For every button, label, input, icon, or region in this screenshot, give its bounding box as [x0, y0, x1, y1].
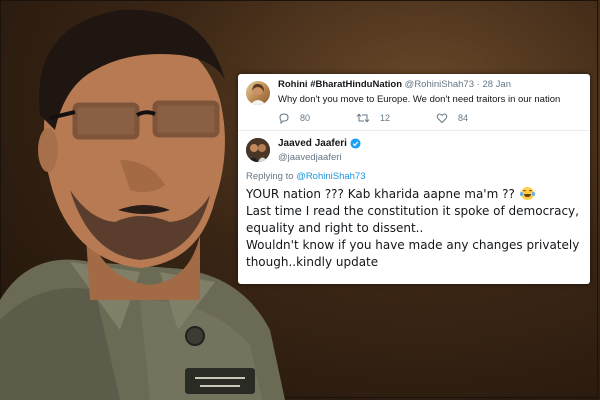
- reply-header: Rohini #BharatHinduNation @RohiniShah73 …: [278, 79, 511, 90]
- verified-icon: [350, 138, 361, 149]
- reply-author-name[interactable]: Rohini #BharatHinduNation: [278, 79, 402, 90]
- like-action[interactable]: 84: [436, 112, 468, 124]
- reply-author-avatar[interactable]: [246, 81, 270, 105]
- like-count: 84: [458, 113, 469, 123]
- replying-to-prefix: Replying to: [246, 171, 294, 182]
- reply-author-handle[interactable]: @RohiniShah73: [405, 79, 474, 90]
- retweet-icon: [356, 113, 370, 123]
- laughing-emoji-icon: [519, 187, 535, 200]
- reply-count: 80: [300, 113, 311, 123]
- tweet-text-line: equality and right to dissent..: [246, 221, 424, 235]
- reply-icon: [279, 113, 289, 124]
- reply-action-bar: 80 12 84: [278, 112, 578, 126]
- retweet-count: 12: [380, 113, 391, 123]
- tweet-author-handle[interactable]: @jaavedjaaferi: [278, 152, 342, 163]
- reply-separator: ·: [476, 79, 480, 90]
- tweet-text-line: though..kindly update: [246, 255, 379, 269]
- tweet-text-line: Wouldn't know if you have made any chang…: [246, 238, 580, 252]
- tweet-author-name-row: Jaaved Jaaferi: [278, 138, 361, 149]
- tweet-author-name[interactable]: Jaaved Jaaferi: [278, 138, 347, 149]
- reply-tweet-text: Why don't you move to Europe. We don't n…: [278, 94, 561, 105]
- avatar-image: [250, 83, 266, 105]
- tweet-author-avatar[interactable]: [246, 138, 270, 162]
- retweet-action[interactable]: 12: [356, 112, 390, 124]
- replying-to-line: Replying to @RohiniShah73: [246, 171, 366, 182]
- reply-date[interactable]: 28 Jan: [482, 79, 511, 90]
- replying-to-link[interactable]: @RohiniShah73: [296, 171, 365, 182]
- avatar-image: [246, 138, 270, 162]
- tweet-text-line-1: YOUR nation ??? Kab kharida aapne ma'm ?…: [246, 187, 515, 201]
- reply-action[interactable]: 80: [278, 112, 310, 124]
- tweet-text-line: YOUR nation ??? Kab kharida aapne ma'm ?…: [246, 186, 586, 203]
- like-icon: [436, 113, 448, 124]
- tweet-divider: [238, 130, 590, 131]
- tweet-card: Rohini #BharatHinduNation @RohiniShah73 …: [238, 74, 590, 284]
- tweet-text: YOUR nation ??? Kab kharida aapne ma'm ?…: [246, 186, 586, 271]
- tweet-text-line: Last time I read the constitution it spo…: [246, 204, 579, 218]
